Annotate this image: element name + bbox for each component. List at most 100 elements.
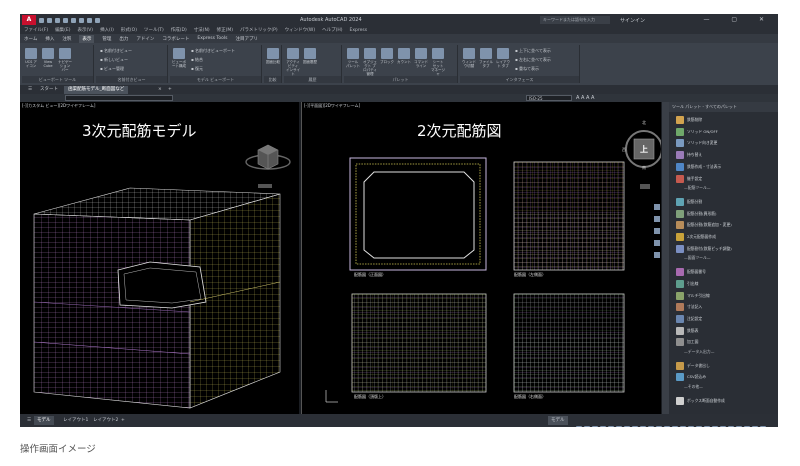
ribbon-tab[interactable]: ホーム: [24, 36, 37, 42]
viewport-2d-drawing[interactable]: [-][平面図][2Dワイヤフレーム] 2次元配筋図 配筋図（正面図） 配筋図（…: [301, 102, 661, 414]
ribbon-tab[interactable]: Express Tools: [197, 36, 227, 41]
menu-item[interactable]: 表示(V): [77, 27, 93, 33]
app-logo[interactable]: A: [22, 15, 36, 25]
ribbon-small-button[interactable]: ▪ ビュー管理: [100, 66, 124, 72]
ribbon-small-button[interactable]: ▪ 左右に並べて表示: [515, 57, 551, 63]
redo-icon[interactable]: [87, 17, 92, 23]
ribbon-button[interactable]: アクティビティ インサイト: [286, 48, 300, 76]
ribbon-button[interactable]: レイアウト タブ: [496, 48, 510, 70]
ribbon-button[interactable]: View Cube: [41, 48, 55, 70]
layer-toolbar-icons[interactable]: [24, 95, 60, 110]
ribbon-small-button[interactable]: ▪ 名前付きビュー: [100, 48, 132, 54]
palette-tool[interactable]: 鉄筋作成・寸法表示: [676, 162, 721, 172]
properties-toolbar-icons[interactable]: [178, 95, 226, 110]
viewcube-north[interactable]: 北: [642, 120, 646, 126]
ribbon-button[interactable]: 図面履歴: [303, 48, 317, 70]
window-controls[interactable]: — ▢ ✕: [703, 16, 774, 23]
signin-button[interactable]: サインイン: [620, 17, 645, 24]
ribbon-button[interactable]: UCS アイコン: [24, 48, 38, 70]
palette-tool[interactable]: 引出線: [676, 279, 698, 289]
wcs-menu-left[interactable]: [258, 184, 272, 188]
ribbon-button[interactable]: カウント: [397, 48, 411, 70]
annotation-toolbar-icons[interactable]: [605, 95, 653, 110]
ribbon-small-button[interactable]: ▪ 重ねて表示: [515, 66, 539, 72]
menu-item[interactable]: ファイル(F): [24, 27, 48, 33]
palette-tool[interactable]: 継手設定: [676, 174, 702, 184]
menu-item[interactable]: 寸法(N): [194, 27, 210, 33]
ribbon-button[interactable]: コマンド ライン: [414, 48, 428, 70]
palette-tool[interactable]: 2次元配筋図作成: [676, 232, 716, 242]
palette-tool[interactable]: 寸法記入: [676, 302, 702, 312]
viewcube-south[interactable]: 南: [642, 165, 646, 171]
ribbon-tab[interactable]: 挿入: [45, 36, 54, 42]
open-file-icon[interactable]: [47, 17, 52, 23]
ribbon-tab[interactable]: 出力: [119, 36, 128, 42]
palette-tool[interactable]: ソリッド ON/OFF: [676, 127, 718, 137]
palette-tool[interactable]: 配筋図番号: [676, 267, 706, 277]
print-icon[interactable]: [71, 17, 76, 23]
layout-menu-icon[interactable]: ☰: [24, 416, 34, 425]
menu-item[interactable]: ツール(T): [144, 27, 164, 33]
draw-toolbar-icons[interactable]: [320, 95, 494, 110]
ribbon-tab[interactable]: アドイン: [136, 36, 154, 42]
ribbon-small-button[interactable]: ▪ 復元: [191, 66, 203, 72]
palette-tool[interactable]: ソリッド向き変更: [676, 138, 717, 148]
palette-tool[interactable]: ボックス断面自動作成: [676, 396, 725, 406]
palette-tool[interactable]: 配筋分割: [676, 197, 702, 207]
ribbon-button[interactable]: ファイル タブ: [479, 48, 493, 70]
palette-tool[interactable]: 加工図: [676, 337, 698, 347]
palette-tool[interactable]: CSV読込み: [676, 372, 706, 382]
palette-tool[interactable]: データ書出し: [676, 361, 710, 371]
palette-tool[interactable]: 配筋分割(鉄筋追加・変更): [676, 220, 732, 230]
menu-item[interactable]: 編集(E): [55, 27, 70, 33]
palette-tool[interactable]: 配筋分割(異形筋): [676, 209, 717, 219]
ribbon-tab[interactable]: 表示: [79, 34, 95, 43]
status-toggle-icons[interactable]: [576, 417, 768, 427]
viewcube-face-label[interactable]: 上: [640, 144, 648, 155]
doc-tab-start[interactable]: スタート: [36, 86, 62, 94]
layer-dropdown[interactable]: [65, 95, 173, 101]
save-icon[interactable]: [55, 17, 60, 23]
model-space-indicator[interactable]: モデル: [548, 416, 568, 425]
tab-layout1[interactable]: レイアウト1: [60, 416, 91, 425]
menu-item[interactable]: 挿入(I): [100, 27, 114, 33]
ribbon-button[interactable]: ビューポート構成: [172, 48, 186, 70]
ribbon-button[interactable]: ツール パレット: [346, 48, 360, 70]
add-layout-button[interactable]: +: [118, 416, 128, 425]
saveas-icon[interactable]: [63, 17, 68, 23]
ribbon-tab[interactable]: 管理: [102, 36, 111, 42]
ribbon-button[interactable]: シート セット マネージャ: [431, 48, 445, 76]
ribbon-tab[interactable]: 注目アプリ: [235, 36, 258, 42]
ribbon-tab[interactable]: 注釈: [62, 36, 71, 42]
palette-tool[interactable]: マルチ引出線: [676, 291, 710, 301]
ribbon-button[interactable]: 図面比較: [266, 48, 280, 70]
tab-model[interactable]: モデル: [34, 416, 54, 425]
menu-item[interactable]: Express: [349, 28, 367, 33]
new-file-icon[interactable]: [39, 17, 44, 23]
palette-tool[interactable]: 鉄筋表: [676, 326, 698, 336]
doc-tab-active[interactable]: 函渠配筋モデル_断面図など: [64, 86, 129, 94]
ribbon-button[interactable]: ウィンドウ切替: [462, 48, 476, 70]
palette-tool[interactable]: 注記設定: [676, 314, 702, 324]
ribbon-button[interactable]: ブロック: [380, 48, 394, 70]
viewport-corner-label-right[interactable]: [-][平面図][2Dワイヤフレーム]: [304, 103, 360, 109]
ribbon-small-button[interactable]: ▪ 上下に並べて表示: [515, 48, 551, 54]
undo-icon[interactable]: [79, 17, 84, 23]
text-style-buttons[interactable]: A A A A: [576, 95, 594, 101]
ribbon-small-button[interactable]: ▪ 新しいビュー: [100, 57, 128, 63]
ribbon-tab[interactable]: コラボレート: [162, 36, 189, 42]
viewport-3d-model[interactable]: [-][カスタム ビュー][2Dワイヤフレーム] 3次元配筋モデル: [20, 102, 299, 414]
doc-tab-menu-icon[interactable]: ☰: [24, 86, 36, 94]
viewcube-right[interactable]: [620, 124, 661, 202]
palette-tool[interactable]: 持ち替え: [676, 150, 702, 160]
palette-tab-strip[interactable]: [662, 102, 669, 414]
viewcube-left[interactable]: [242, 134, 294, 186]
menu-item[interactable]: ウィンドウ(W): [285, 27, 315, 33]
share-icon[interactable]: [95, 17, 100, 23]
palette-tool[interactable]: 鉄筋削除: [676, 115, 702, 125]
viewport-corner-label-left[interactable]: [-][カスタム ビュー][2Dワイヤフレーム]: [22, 103, 95, 109]
menu-item[interactable]: 形式(O): [121, 27, 137, 33]
menu-item[interactable]: 作成(D): [171, 27, 187, 33]
menu-item[interactable]: ヘルプ(H): [322, 27, 342, 33]
dimstyle-dropdown[interactable]: ISO-25: [526, 95, 572, 101]
